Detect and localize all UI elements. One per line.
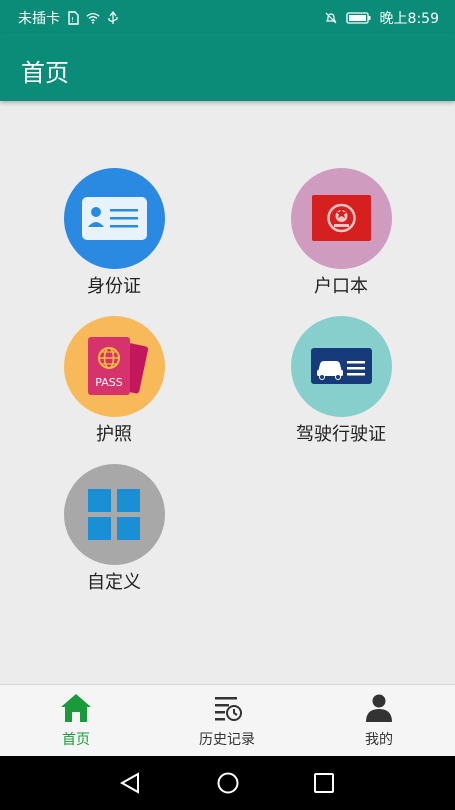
nav-tab-history[interactable]: 历史记录: [177, 693, 277, 749]
grid-item-label: 自定义: [87, 572, 141, 593]
app-bar: 首页: [0, 33, 455, 101]
person-icon: [366, 694, 392, 722]
passport-icon: PASS: [87, 337, 148, 395]
nav-tab-label: 我的: [365, 732, 393, 748]
grid-item-label: 护照: [96, 424, 132, 445]
no-sim-icon: !: [68, 11, 79, 25]
id-card-icon: [81, 197, 147, 240]
carrier-text: 未插卡: [18, 11, 60, 27]
grid-item-vehicle-license[interactable]: 驾驶行驶证: [261, 316, 421, 446]
svg-text:!: !: [71, 16, 74, 24]
svg-text:PASS: PASS: [95, 376, 122, 389]
nav-tab-home[interactable]: 首页: [26, 693, 126, 749]
nav-tab-label: 历史记录: [199, 732, 255, 748]
passport-circle: PASS: [63, 316, 165, 417]
grid-item-label: 驾驶行驶证: [296, 424, 386, 445]
wifi-icon: [86, 12, 100, 24]
id-card-circle: [63, 168, 165, 269]
nav-tab-label: 首页: [62, 732, 90, 748]
page-title: 首页: [21, 59, 69, 87]
custom-circle: [63, 464, 165, 565]
status-left: 未插卡 !: [18, 8, 120, 28]
bottom-nav: 首页 历史记录 我的: [0, 684, 455, 756]
household-register-circle: [290, 168, 392, 269]
grid-item-label: 身份证: [87, 276, 141, 297]
home-circle-icon[interactable]: [216, 771, 240, 795]
battery-icon: [345, 12, 371, 24]
nav-tab-profile[interactable]: 我的: [329, 693, 429, 749]
grid-item-passport[interactable]: PASS 护照: [34, 316, 194, 446]
back-icon[interactable]: [118, 771, 142, 795]
vehicle-license-icon: [310, 348, 372, 384]
status-right: 晚上8:59: [324, 8, 439, 28]
system-nav-bar: [0, 756, 455, 810]
grid-item-household-register[interactable]: 户口本: [261, 168, 421, 298]
status-bar: 未插卡 ! 晚上8:59: [0, 0, 455, 33]
household-register-icon: [311, 195, 371, 241]
recents-square-icon[interactable]: [312, 771, 336, 795]
grid-item-label: 户口本: [314, 276, 368, 297]
usb-icon: [108, 11, 118, 24]
time-text: 晚上8:59: [379, 11, 439, 27]
grid-item-custom[interactable]: 自定义: [34, 464, 194, 594]
grid-item-id-card[interactable]: 身份证: [34, 168, 194, 298]
custom-grid-icon: [87, 489, 140, 540]
vehicle-license-circle: [290, 316, 392, 417]
mute-bell-icon: [325, 12, 336, 24]
history-icon: [215, 697, 242, 721]
home-icon: [61, 694, 91, 722]
